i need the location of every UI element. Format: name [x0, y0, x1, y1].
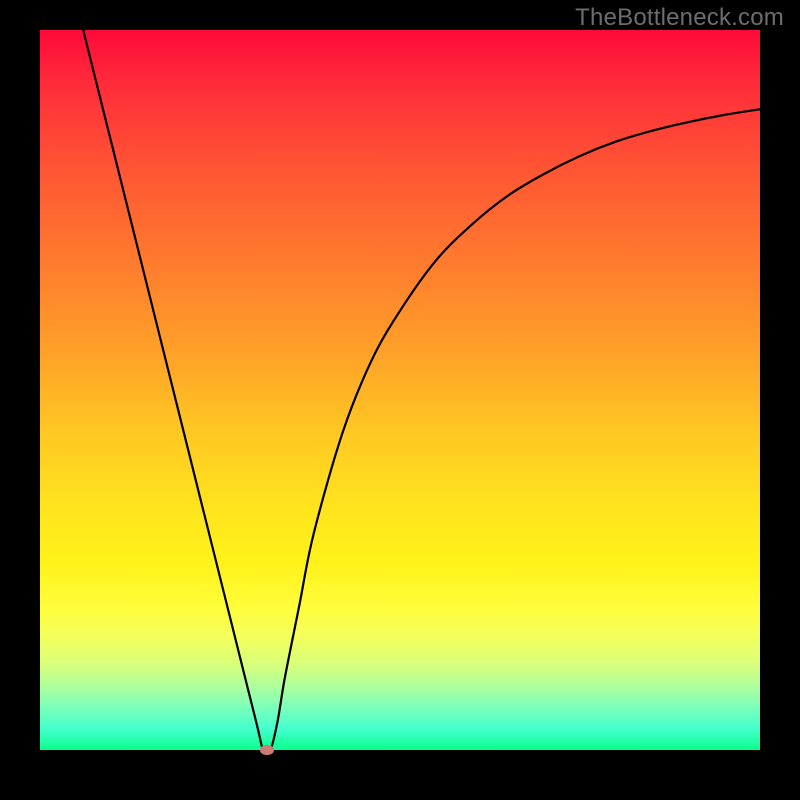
curve-path [83, 30, 760, 750]
bottleneck-curve [40, 30, 760, 750]
chart-container: TheBottleneck.com [0, 0, 800, 800]
watermark-text: TheBottleneck.com [575, 4, 784, 32]
optimal-point-dot [260, 745, 274, 755]
plot-area [40, 30, 760, 750]
